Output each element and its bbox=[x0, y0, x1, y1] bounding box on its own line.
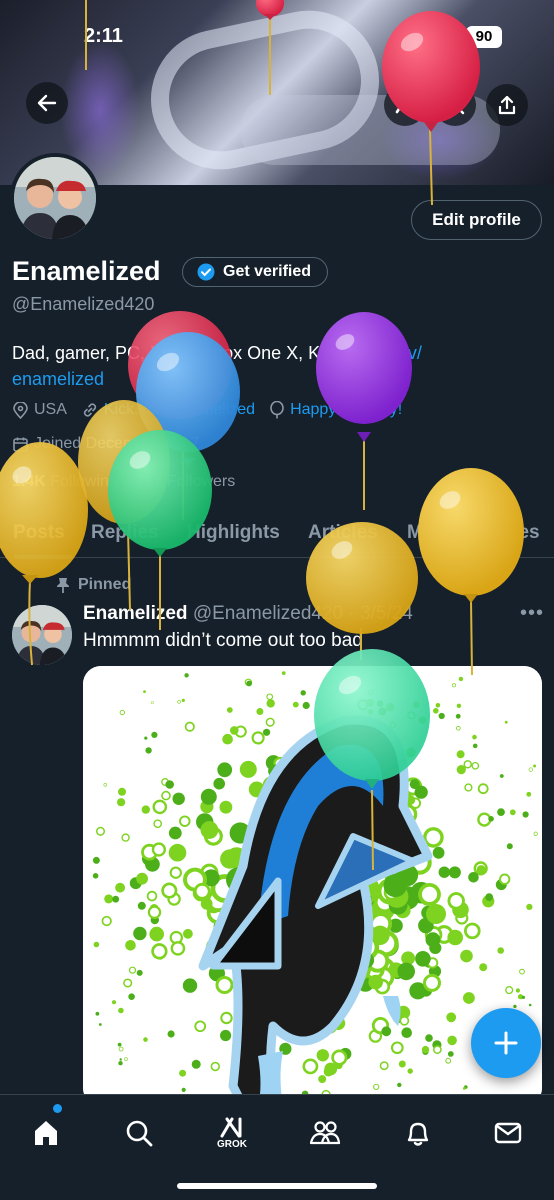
profile-avatar[interactable] bbox=[10, 153, 100, 243]
pinned-label: Pinned bbox=[78, 576, 132, 593]
tab-media[interactable]: Media bbox=[407, 522, 461, 544]
grok-icon bbox=[220, 1117, 242, 1138]
nav-communities[interactable] bbox=[303, 1111, 347, 1155]
communities-icon bbox=[309, 1121, 341, 1145]
tab-posts[interactable]: Posts bbox=[13, 522, 65, 544]
bell-icon bbox=[407, 1122, 429, 1146]
birthday-item: Happy birthday! bbox=[269, 401, 402, 419]
bio-text: Dad, gamer, PC, Xbox, Xbox One X, Kick bbox=[12, 343, 347, 363]
profile-bio: Dad, gamer, PC, Xbox, Xbox One X, Kick T… bbox=[12, 340, 532, 392]
plus-icon bbox=[494, 1031, 518, 1055]
tab-articles[interactable]: Articles bbox=[308, 522, 378, 544]
get-verified-button[interactable]: Get verified bbox=[182, 257, 329, 287]
post-handle-date: @Enamelized420 · 3/5/24 bbox=[192, 603, 413, 624]
pin-icon bbox=[57, 577, 69, 593]
search-icon bbox=[126, 1120, 153, 1147]
following-label: Following bbox=[50, 473, 118, 490]
get-verified-label: Get verified bbox=[223, 263, 312, 280]
profile-tabs: Posts Replies Highlights Articles Media … bbox=[0, 510, 554, 558]
grok-icon bbox=[395, 96, 414, 114]
follow-stats: 1.4K Following 727 Followers bbox=[12, 473, 235, 491]
mail-icon bbox=[494, 1122, 522, 1144]
balloon-icon bbox=[270, 401, 284, 419]
nav-grok[interactable]: GROK bbox=[210, 1111, 254, 1155]
following-count: 1.4K bbox=[12, 473, 46, 490]
post-avatar[interactable] bbox=[12, 605, 72, 665]
home-icon bbox=[35, 1121, 57, 1145]
website-link[interactable]: Kick.com/enamelized bbox=[104, 401, 255, 419]
share-button[interactable] bbox=[486, 84, 528, 126]
tab-likes[interactable]: Likes bbox=[491, 522, 540, 544]
back-button[interactable] bbox=[26, 82, 68, 124]
followers-link[interactable]: 727 Followers bbox=[136, 473, 236, 490]
search-profile-button[interactable] bbox=[434, 84, 476, 126]
nav-messages[interactable] bbox=[486, 1111, 530, 1155]
profile-name: Enamelized bbox=[12, 256, 161, 286]
nav-notifications[interactable] bbox=[396, 1111, 440, 1155]
arrow-left-icon bbox=[37, 94, 57, 112]
share-icon bbox=[498, 95, 516, 115]
link-icon bbox=[83, 403, 96, 417]
wifi-icon bbox=[430, 27, 458, 47]
compose-post-button[interactable] bbox=[471, 1008, 541, 1078]
bio-link[interactable]: Twitch.tv/ bbox=[347, 343, 422, 363]
search-icon bbox=[446, 96, 465, 115]
website-item[interactable]: Kick.com/enamelized bbox=[81, 401, 255, 419]
birthday-label: Happy birthday! bbox=[290, 401, 403, 418]
profile-handle: @Enamelized420 bbox=[12, 294, 155, 314]
notification-dot bbox=[53, 1104, 62, 1113]
bio-link-continued[interactable]: enamelized bbox=[12, 369, 104, 389]
tab-highlights[interactable]: Highlights bbox=[187, 522, 280, 544]
joined-label: Joined December 2017 bbox=[34, 435, 200, 452]
post-text: Hmmmm didn’t come out too bad bbox=[83, 630, 363, 651]
nav-search[interactable] bbox=[117, 1111, 161, 1155]
grok-label: GROK bbox=[217, 1139, 247, 1150]
tab-replies[interactable]: Replies bbox=[91, 522, 159, 544]
status-time: 2:11 bbox=[84, 25, 123, 47]
location-pin-icon bbox=[13, 401, 28, 419]
home-indicator bbox=[177, 1183, 377, 1189]
following-link[interactable]: 1.4K Following bbox=[12, 473, 118, 490]
status-bar: 2:11 90 bbox=[0, 22, 554, 52]
battery-indicator: 90 bbox=[466, 26, 502, 48]
followers-label: Followers bbox=[166, 473, 236, 490]
joined-date: Joined December 2017 bbox=[12, 435, 199, 453]
post-header: Enamelized @Enamelized420 · 3/5/24 bbox=[83, 603, 413, 625]
grok-button[interactable] bbox=[384, 84, 426, 126]
more-options-icon[interactable]: ••• bbox=[520, 602, 544, 625]
cellular-signal-icon bbox=[394, 30, 416, 46]
location-item: USA bbox=[12, 401, 67, 419]
nav-home[interactable] bbox=[24, 1111, 68, 1155]
location-label: USA bbox=[34, 401, 67, 418]
edit-profile-button[interactable]: Edit profile bbox=[411, 200, 542, 240]
verified-badge-icon bbox=[197, 263, 215, 281]
pinned-indicator: Pinned bbox=[56, 576, 131, 594]
calendar-icon bbox=[13, 437, 28, 452]
followers-count: 727 bbox=[135, 473, 163, 490]
post-author[interactable]: Enamelized bbox=[83, 603, 188, 624]
active-tab-indicator bbox=[14, 555, 72, 559]
profile-meta: USA Kick.com/enamelized Happy birthday! bbox=[12, 401, 416, 419]
